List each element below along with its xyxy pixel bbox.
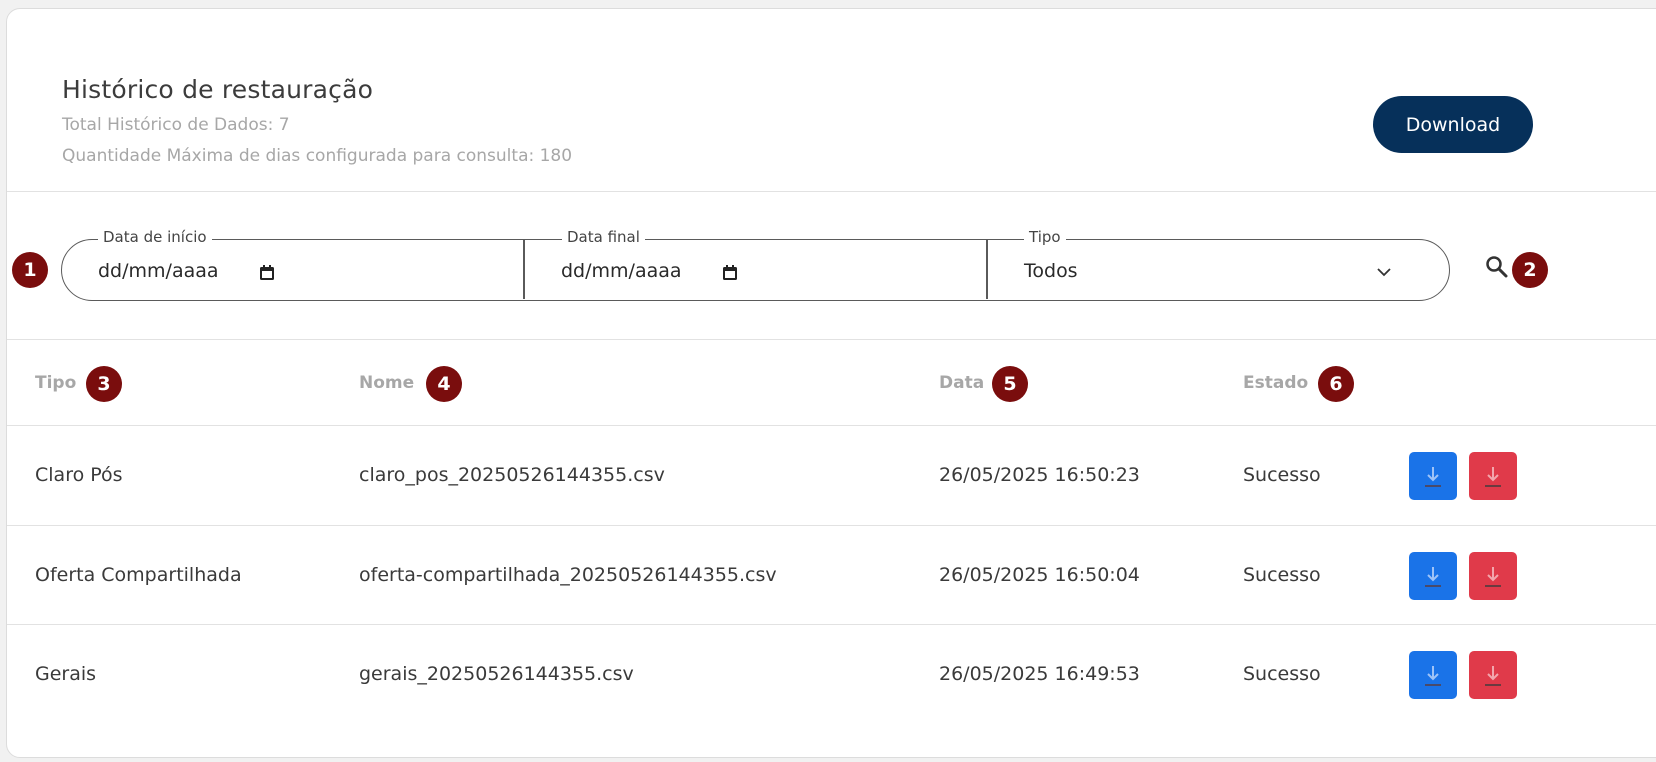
cell-tipo: Gerais (35, 663, 97, 685)
download-file-button[interactable] (1409, 452, 1457, 500)
annotation-badge-2: 2 (1512, 252, 1548, 288)
start-date-input[interactable]: dd/mm/aaaa (92, 240, 512, 299)
filter-divider (986, 240, 988, 299)
annotation-badge-5: 5 (992, 366, 1028, 402)
download-icon (1485, 567, 1501, 587)
download-icon (1425, 567, 1441, 587)
filter-divider-line (7, 339, 1656, 340)
calendar-icon[interactable] (721, 264, 739, 282)
download-icon (1485, 666, 1501, 686)
cell-tipo: Claro Pós (35, 464, 123, 486)
search-icon[interactable] (1485, 255, 1509, 279)
download-file-button[interactable] (1409, 552, 1457, 600)
row-divider (7, 624, 1656, 625)
end-date-input[interactable]: dd/mm/aaaa (555, 240, 975, 299)
cell-nome: oferta-compartilhada_20250526144355.csv (359, 564, 777, 586)
cell-estado: Sucesso (1243, 564, 1321, 586)
filter-divider (523, 240, 525, 299)
cell-data: 26/05/2025 16:49:53 (939, 663, 1140, 685)
cell-nome: claro_pos_20250526144355.csv (359, 464, 665, 486)
row-divider (7, 525, 1656, 526)
cell-tipo: Oferta Compartilhada (35, 564, 242, 586)
table-divider (7, 425, 1656, 426)
chevron-down-icon (1377, 268, 1391, 277)
calendar-icon[interactable] (258, 264, 276, 282)
annotation-badge-1: 1 (12, 252, 48, 288)
restore-history-card: Histórico de restauração Total Histórico… (6, 8, 1656, 758)
column-header-estado: Estado (1243, 373, 1309, 393)
cell-estado: Sucesso (1243, 464, 1321, 486)
type-select[interactable]: Todos (1022, 240, 1422, 299)
download-icon (1485, 467, 1501, 487)
cell-data: 26/05/2025 16:50:23 (939, 464, 1140, 486)
column-header-tipo: Tipo (35, 373, 77, 393)
download-icon (1425, 467, 1441, 487)
annotation-badge-4: 4 (426, 366, 462, 402)
end-date-value: dd/mm/aaaa (561, 260, 682, 282)
column-header-data: Data (939, 373, 985, 393)
annotation-badge-3: 3 (86, 366, 122, 402)
cell-data: 26/05/2025 16:50:04 (939, 564, 1140, 586)
cell-nome: gerais_20250526144355.csv (359, 663, 634, 685)
download-button[interactable]: Download (1373, 96, 1533, 153)
column-header-nome: Nome (359, 373, 415, 393)
cell-estado: Sucesso (1243, 663, 1321, 685)
filter-bar: Data de início dd/mm/aaaa Data final dd/… (61, 228, 1450, 301)
download-error-button[interactable] (1469, 452, 1517, 500)
annotation-badge-6: 6 (1318, 366, 1354, 402)
type-select-value: Todos (1024, 260, 1078, 282)
max-days-text: Quantidade Máxima de dias configurada pa… (62, 146, 573, 166)
download-error-button[interactable] (1469, 651, 1517, 699)
download-icon (1425, 666, 1441, 686)
page-title: Histórico de restauração (62, 75, 374, 104)
header-divider (7, 191, 1656, 192)
download-error-button[interactable] (1469, 552, 1517, 600)
download-file-button[interactable] (1409, 651, 1457, 699)
total-history-text: Total Histórico de Dados: 7 (62, 115, 290, 135)
start-date-value: dd/mm/aaaa (98, 260, 219, 282)
